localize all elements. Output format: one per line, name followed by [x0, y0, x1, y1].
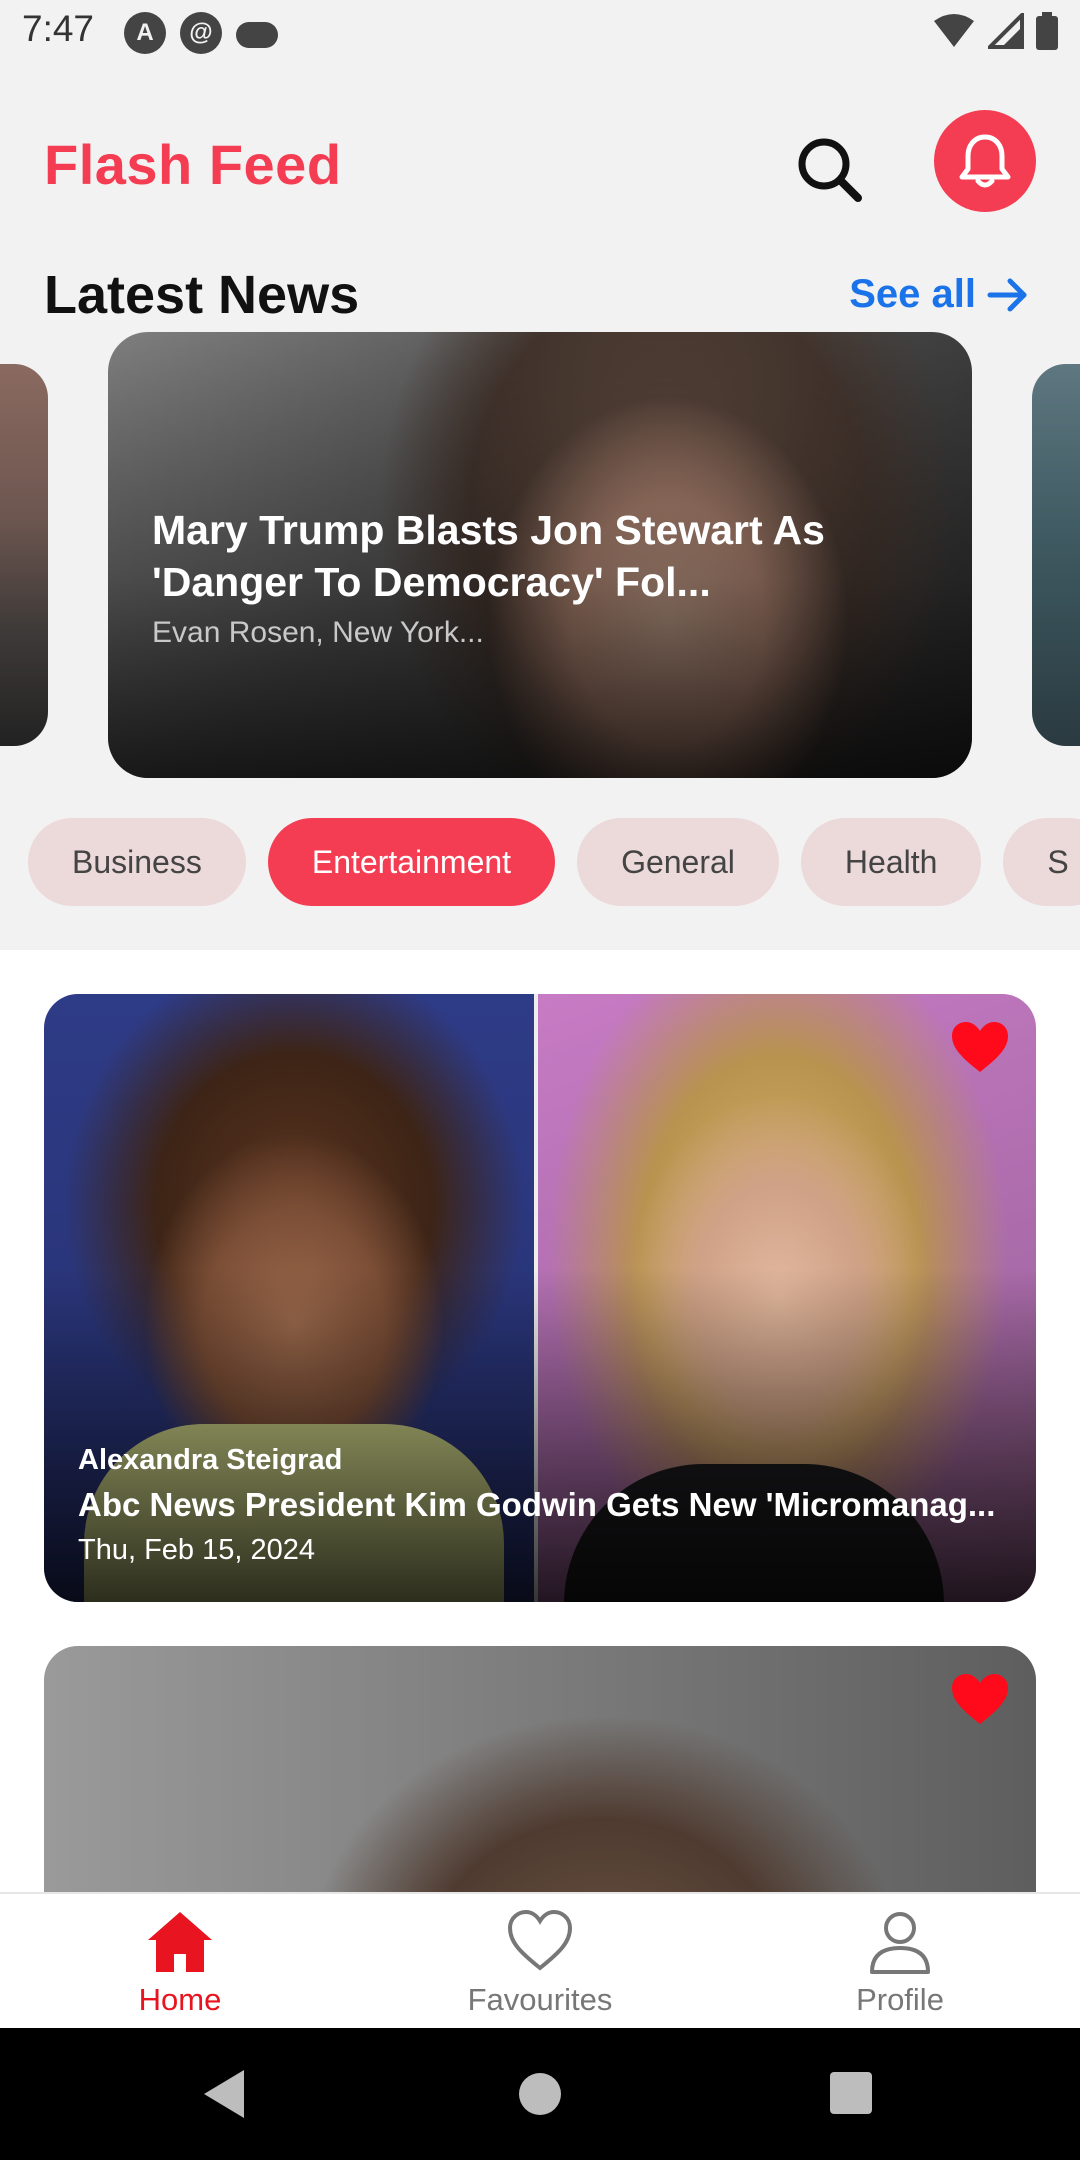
- featured-author: Evan Rosen, New York...: [152, 616, 484, 649]
- wifi-icon: [934, 14, 974, 47]
- search-icon: [798, 138, 862, 202]
- heart-outline-icon: [507, 1909, 573, 1971]
- see-all-link[interactable]: See all: [849, 272, 1030, 317]
- profile-icon: [870, 1912, 930, 1974]
- chip-partial[interactable]: S: [1003, 818, 1080, 906]
- news-author: Alexandra Steigrad: [78, 1444, 343, 1476]
- status-time: 7:47: [22, 8, 95, 49]
- chip-health[interactable]: Health: [800, 818, 982, 906]
- back-icon[interactable]: [202, 2068, 246, 2120]
- featured-title: Mary Trump Blasts Jon Stewart As 'Danger…: [152, 507, 825, 605]
- carousel-card-next[interactable]: [1032, 364, 1080, 746]
- favourite-button[interactable]: [950, 1672, 1010, 1728]
- system-status-icons: [932, 12, 1058, 50]
- home-circle-icon[interactable]: [518, 2072, 562, 2116]
- chip-business[interactable]: Business: [28, 818, 246, 906]
- nav-home[interactable]: Home: [80, 1906, 280, 2018]
- nav-favourites[interactable]: Favourites: [440, 1906, 640, 2018]
- arrow-right-icon: [987, 278, 1027, 311]
- bell-icon: [959, 134, 1011, 188]
- latest-news-heading: Latest News: [44, 265, 360, 325]
- app-bar: Flash Feed: [0, 110, 1080, 220]
- cloud-icon: [236, 22, 278, 48]
- status-bar: 7:47 A @: [0, 0, 1080, 66]
- news-date: Thu, Feb 15, 2024: [78, 1534, 315, 1566]
- news-card[interactable]: [44, 1646, 1036, 1894]
- notification-icons: A @: [124, 12, 278, 54]
- news-title: Abc News President Kim Godwin Gets New '…: [78, 1486, 996, 1523]
- app-at-icon: @: [180, 12, 222, 54]
- heart-filled-icon: [952, 1022, 1008, 1072]
- home-icon: [148, 1912, 212, 1972]
- carousel-card-previous[interactable]: [0, 364, 48, 746]
- nav-favourites-label: Favourites: [467, 1982, 613, 2017]
- signal-icon: [988, 13, 1024, 49]
- nav-profile[interactable]: Profile: [800, 1906, 1000, 2018]
- recents-icon[interactable]: [830, 2072, 872, 2114]
- chip-entertainment[interactable]: Entertainment: [267, 818, 556, 906]
- nav-profile-label: Profile: [856, 1982, 944, 2017]
- news-feed: Alexandra Steigrad Abc News President Ki…: [0, 950, 1080, 1894]
- battery-icon: [1036, 12, 1058, 50]
- notifications-button[interactable]: [934, 110, 1036, 212]
- app-title: Flash Feed: [44, 133, 342, 196]
- heart-filled-icon: [952, 1674, 1008, 1724]
- nav-home-label: Home: [138, 1982, 222, 2017]
- see-all-label: See all: [849, 272, 976, 316]
- system-navigation-bar: [0, 2028, 1080, 2160]
- favourite-button[interactable]: [950, 1020, 1010, 1076]
- chip-general[interactable]: General: [577, 818, 779, 906]
- category-chips: Business Entertainment General Health S: [28, 818, 1080, 906]
- bottom-navigation: Home Favourites Profile: [0, 1892, 1080, 2028]
- featured-news-card[interactable]: Mary Trump Blasts Jon Stewart As 'Danger…: [108, 332, 972, 778]
- search-button[interactable]: [790, 130, 870, 210]
- app-a-icon: A: [124, 12, 166, 54]
- news-card[interactable]: Alexandra Steigrad Abc News President Ki…: [44, 994, 1036, 1602]
